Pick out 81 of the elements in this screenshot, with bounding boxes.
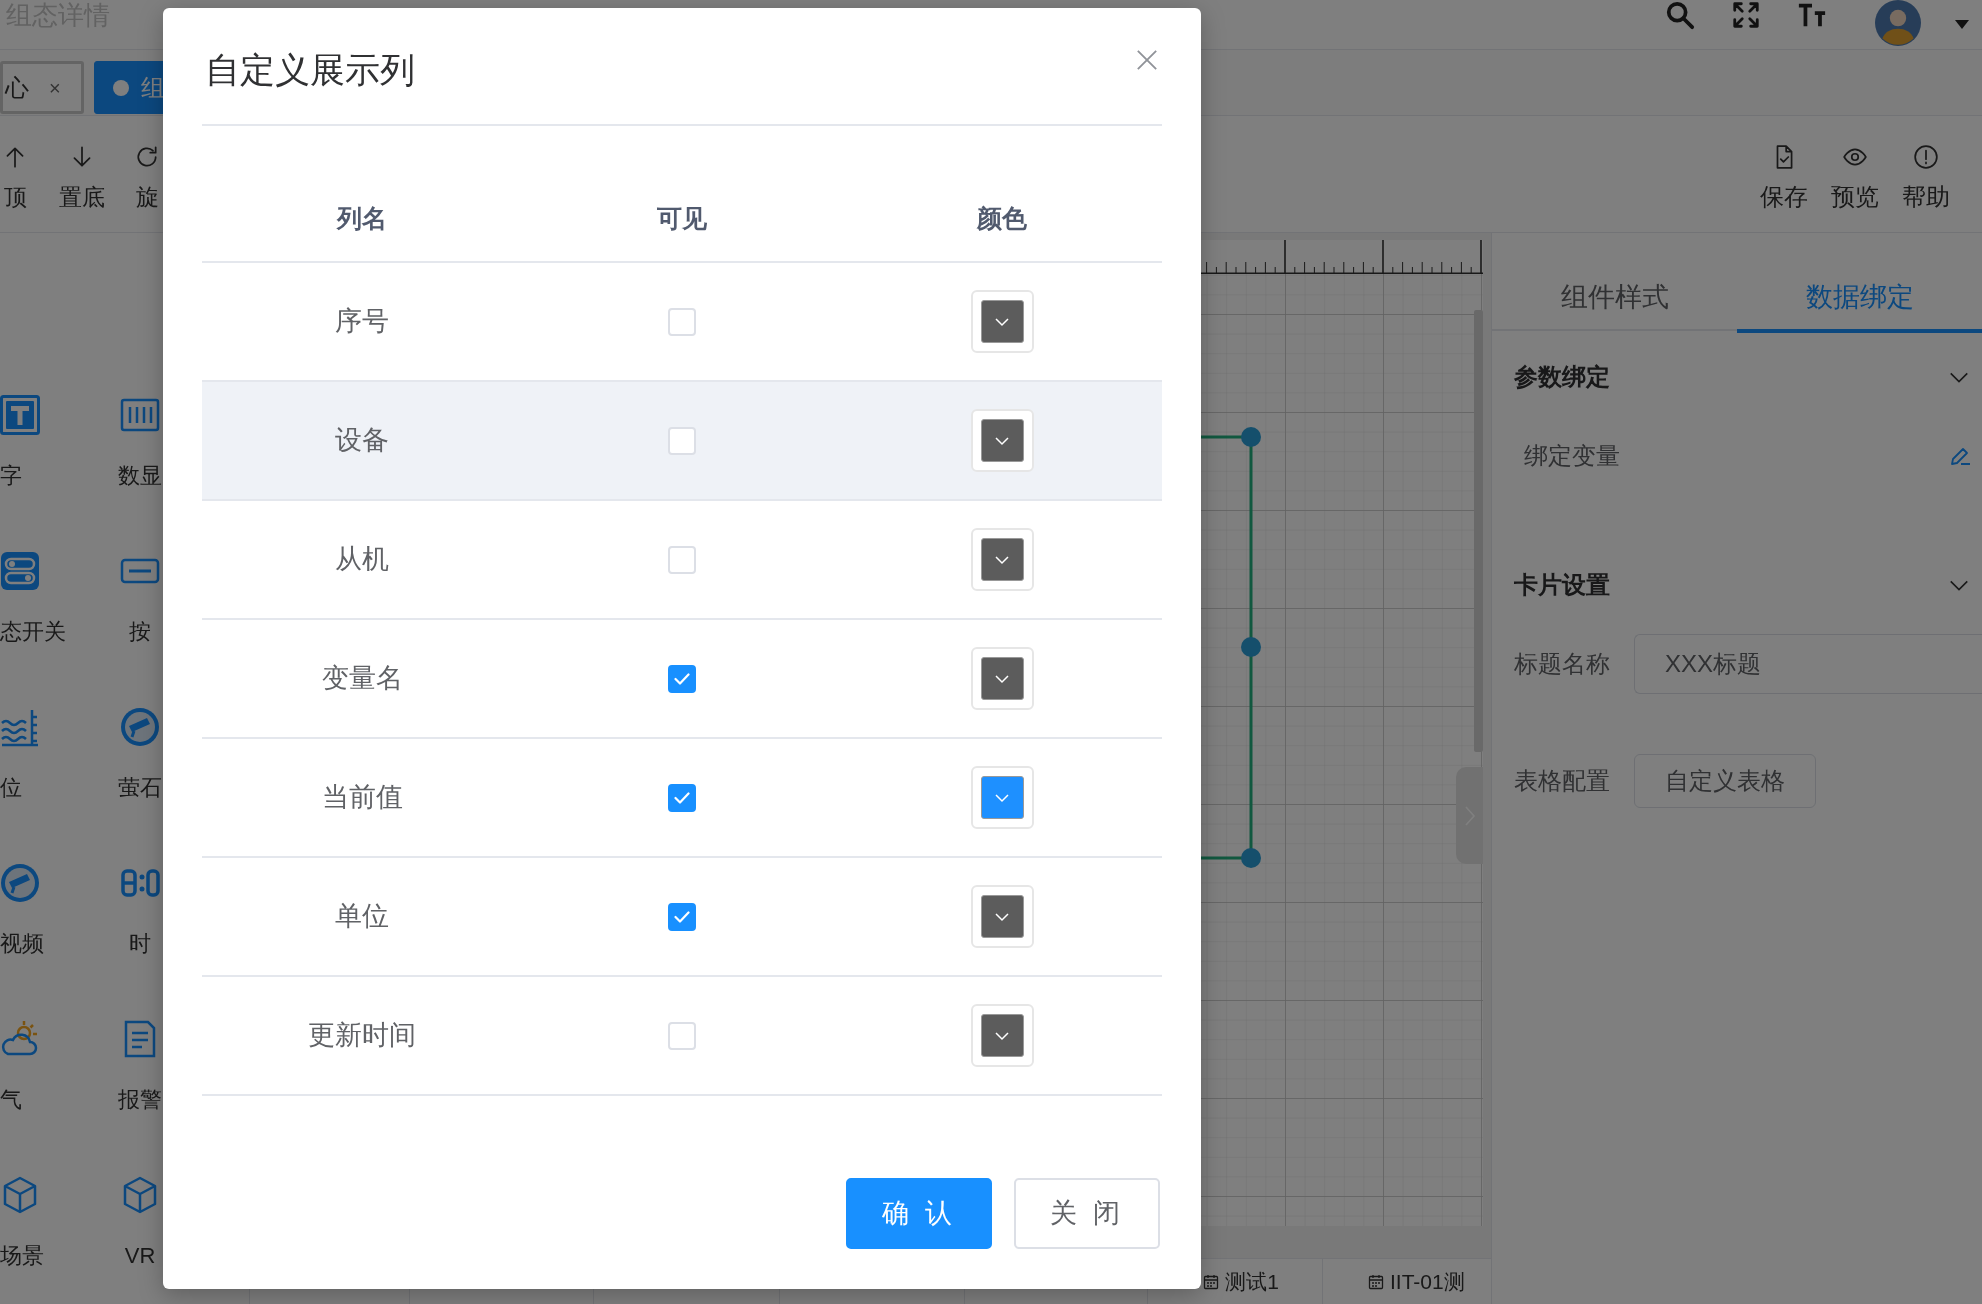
calendar-icon (1368, 1273, 1384, 1290)
toolbar-button[interactable]: 帮助 (1897, 144, 1954, 212)
component-label[interactable]: 报警 (118, 1085, 162, 1115)
component-label[interactable]: 数显 (118, 461, 162, 491)
panel-tab[interactable]: 数据绑定 (1737, 265, 1982, 333)
checkbox[interactable] (668, 902, 696, 931)
user-avatar[interactable] (1875, 0, 1921, 46)
component-label[interactable]: 视频 (0, 929, 44, 959)
toolbar-button[interactable]: 预览 (1826, 144, 1883, 212)
confirm-button[interactable]: 确 认 (846, 1178, 992, 1249)
field-label: 表格配置 (1514, 766, 1611, 796)
color-picker[interactable] (970, 1004, 1034, 1067)
chevron-down-icon (994, 911, 1010, 922)
check-icon (674, 791, 690, 804)
text-box-icon[interactable] (0, 395, 40, 435)
text-input[interactable]: XXX标题 (1634, 634, 1982, 694)
water-level-icon[interactable] (0, 707, 40, 747)
component-label[interactable]: 态开关 (0, 617, 66, 647)
table-cell-text: 变量名 (321, 662, 403, 696)
color-picker[interactable] (970, 885, 1034, 948)
dialog-title: 自定义展示列 (205, 49, 415, 91)
column-header: 颜色 (977, 202, 1027, 234)
field-label: 标题名称 (1514, 649, 1611, 679)
camera-icon[interactable] (0, 863, 40, 903)
toolbar-button[interactable]: 旋 (132, 144, 162, 212)
chevron-down-icon (994, 673, 1010, 684)
scrollbar[interactable] (1474, 310, 1483, 752)
table-cell-text: 从机 (335, 543, 389, 577)
custom-table-button[interactable]: 自定义表格 (1634, 754, 1816, 808)
bottom-tab[interactable]: IIT-01测 (1323, 1259, 1491, 1304)
component-label[interactable]: 字 (0, 461, 22, 491)
component-label[interactable]: 位 (0, 773, 22, 803)
component-label[interactable]: 时 (129, 929, 151, 959)
rotate-icon (134, 144, 160, 170)
close-icon[interactable] (1136, 49, 1158, 71)
toolbar-button[interactable]: 顶 (0, 144, 30, 212)
component-label[interactable]: 萤石 (118, 773, 162, 803)
color-picker[interactable] (970, 647, 1034, 710)
table-cell-text: 序号 (335, 305, 389, 339)
color-picker[interactable] (970, 290, 1034, 353)
table-cell-text: 设备 (335, 424, 389, 458)
chevron-down-icon (994, 554, 1010, 565)
toggle-switch-icon[interactable] (0, 551, 40, 591)
search-icon[interactable] (1665, 0, 1695, 30)
close-button[interactable]: 关 闭 (1014, 1178, 1160, 1249)
field-label: 绑定变量 (1524, 441, 1620, 471)
chevron-down-icon (994, 435, 1010, 446)
checkbox[interactable] (668, 783, 696, 812)
section-title: 卡片设置 (1514, 570, 1610, 600)
camera-icon[interactable] (120, 707, 160, 747)
table-cell-text: 更新时间 (308, 1019, 416, 1053)
check-icon (674, 910, 690, 923)
component-label[interactable]: VR (124, 1241, 156, 1271)
column-header: 可见 (657, 202, 707, 234)
color-picker[interactable] (970, 409, 1034, 472)
component-label[interactable]: 气 (0, 1085, 22, 1115)
chevron-down-icon (994, 792, 1010, 803)
alert-circle-icon (1912, 144, 1939, 170)
component-label[interactable]: 按 (129, 617, 151, 647)
component-label[interactable]: 场景 (0, 1241, 44, 1271)
color-picker[interactable] (970, 766, 1034, 829)
table-cell-text: 当前值 (321, 781, 403, 815)
close-button[interactable]: × (49, 72, 61, 103)
toolbar-button[interactable]: 置底 (56, 144, 108, 212)
connection-dot[interactable] (1241, 427, 1261, 447)
page-tab[interactable]: 心 × (0, 61, 84, 114)
column-header: 列名 (337, 202, 387, 234)
calendar-icon (1203, 1273, 1220, 1290)
section-title: 参数绑定 (1514, 362, 1610, 392)
chevron-down-icon (994, 1030, 1010, 1041)
panel-tab[interactable]: 组件样式 (1492, 265, 1737, 333)
table-cell-text: 单位 (335, 900, 389, 934)
toolbar-button[interactable]: 保存 (1755, 144, 1812, 212)
connection-dot[interactable] (1241, 637, 1261, 657)
fullscreen-icon[interactable] (1731, 0, 1761, 30)
checkbox[interactable] (668, 664, 696, 693)
chevron-down-icon (994, 316, 1010, 327)
connection-dot[interactable] (1241, 848, 1261, 868)
color-picker[interactable] (970, 528, 1034, 591)
check-icon (674, 672, 690, 685)
caret-down-icon[interactable] (1955, 20, 1969, 30)
